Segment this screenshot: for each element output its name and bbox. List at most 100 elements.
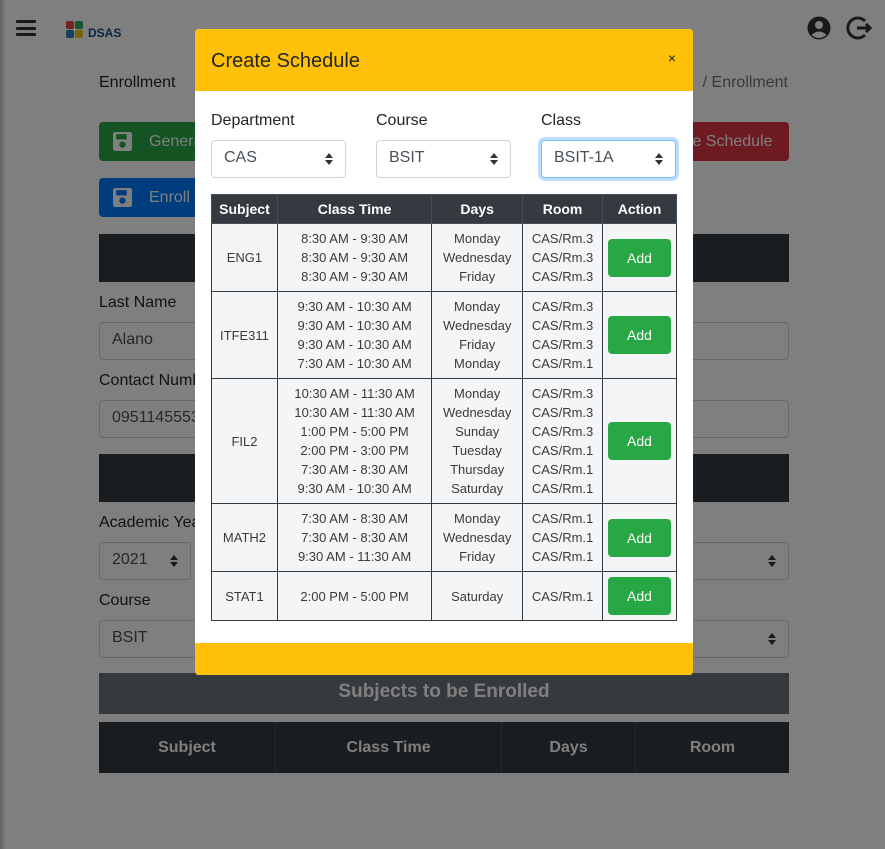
class-select[interactable]: BSIT-1A [541,140,676,178]
day-line: Thursday [450,462,505,477]
class-time-line: 9:30 AM - 10:30 AM [297,337,412,352]
add-button[interactable]: Add [608,577,671,615]
table-header-row: Subject Class Time Days Room Action [211,194,677,224]
days-cell: Monday Wednesday Sunday Tuesday Thursday Satu… [431,378,524,504]
select-arrows-icon [325,153,333,165]
class-time-line: 2:00 PM - 5:00 PM [300,588,409,604]
class-time-cell: 9:30 AM - 10:30 AM 9:30 AM - 10:30 AM 9:30… [276,291,433,379]
course-value: BSIT [389,149,425,166]
subject-cell: MATH2 [211,503,278,572]
column-header: Class Time [276,194,433,224]
table-row: MATH2 7:30 AM - 8:30 AM 7:30 AM - 8:30 AM 9… [211,503,677,572]
room-line: CAS/Rm.3 [531,269,594,284]
add-button[interactable]: Add [608,316,671,354]
room-line: CAS/Rm.3 [531,231,594,246]
class-time-line: 9:30 AM - 10:30 AM [297,481,412,496]
department-label: Department [211,112,295,129]
action-cell: Add [602,378,677,504]
room-line: CAS/Rm.1 [531,530,594,545]
day-line: Sunday [455,424,500,439]
close-icon[interactable]: × [668,50,676,66]
day-line: Saturday [451,588,504,604]
days-cell: Monday Wednesday Friday Monday [431,291,524,379]
add-button[interactable]: Add [608,422,671,460]
days-cell: Monday Wednesday Friday [431,503,524,572]
modal-footer [195,643,693,675]
day-line: Monday [454,231,501,246]
class-time-cell: 2:00 PM - 5:00 PM [276,571,433,621]
day-line: Wednesday [442,405,512,420]
course-select[interactable]: BSIT [376,140,511,178]
action-cell: Add [602,223,677,292]
room-cell: CAS/Rm.1 CAS/Rm.1 CAS/Rm.1 [522,503,604,572]
day-line: Monday [454,511,501,526]
room-line: CAS/Rm.1 [531,549,594,564]
room-cell: CAS/Rm.1 [522,571,604,621]
day-line: Friday [459,549,496,564]
room-line: CAS/Rm.3 [531,299,594,314]
add-button[interactable]: Add [608,518,671,557]
column-header: Action [602,194,677,224]
room-line: CAS/Rm.1 [531,443,594,458]
class-time-line: 7:30 AM - 8:30 AM [301,462,409,477]
class-time-line: 9:30 AM - 10:30 AM [297,299,412,314]
room-line: CAS/Rm.3 [531,337,594,352]
create-schedule-modal: Create Schedule × Department CAS Course … [195,29,693,675]
day-line: Friday [459,269,496,284]
class-time-line: 2:00 PM - 3:00 PM [300,443,409,458]
class-time-line: 8:30 AM - 9:30 AM [301,250,409,265]
column-header: Room [522,194,604,224]
days-cell: Monday Wednesday Friday [431,223,524,292]
day-line: Monday [454,356,501,371]
select-arrows-icon [490,153,498,165]
class-time-line: 7:30 AM - 8:30 AM [301,530,409,545]
class-time-line: 10:30 AM - 11:30 AM [294,405,415,420]
modal-title: Create Schedule [211,50,360,72]
table-row: ENG1 8:30 AM - 9:30 AM 8:30 AM - 9:30 AM 8:… [211,223,677,292]
schedule-table: Subject Class Time Days Room Action ENG1… [211,194,677,621]
day-line: Friday [459,337,496,352]
room-line: CAS/Rm.1 [531,588,594,604]
subject-cell: ENG1 [211,223,278,292]
day-line: Monday [454,386,501,401]
select-arrows-icon [655,153,663,165]
course-label: Course [376,112,428,129]
modal-header: Create Schedule × [195,29,693,91]
room-line: CAS/Rm.3 [531,250,594,265]
subject-cell: STAT1 [211,571,278,621]
class-value: BSIT-1A [554,149,614,166]
day-line: Wednesday [442,530,512,545]
action-cell: Add [602,291,677,379]
class-time-line: 7:30 AM - 8:30 AM [301,511,409,526]
action-cell: Add [602,571,677,621]
day-line: Wednesday [442,318,512,333]
sidebar-edge [0,0,6,849]
class-time-line: 7:30 AM - 10:30 AM [297,356,412,371]
room-line: CAS/Rm.1 [531,511,594,526]
room-cell: CAS/Rm.3 CAS/Rm.3 CAS/Rm.3 CAS/Rm.1 [522,291,604,379]
class-time-line: 9:30 AM - 11:30 AM [297,549,412,564]
column-header: Days [431,194,524,224]
class-time-line: 8:30 AM - 9:30 AM [301,231,409,246]
class-time-cell: 7:30 AM - 8:30 AM 7:30 AM - 8:30 AM 9:30 A… [276,503,433,572]
table-row: ITFE311 9:30 AM - 10:30 AM 9:30 AM - 10:30… [211,291,677,379]
day-line: Saturday [451,481,504,496]
add-button[interactable]: Add [608,238,671,277]
room-line: CAS/Rm.1 [531,462,594,477]
room-line: CAS/Rm.1 [531,481,594,496]
class-time-line: 1:00 PM - 5:00 PM [300,424,409,439]
room-line: CAS/Rm.3 [531,405,594,420]
days-cell: Saturday [431,571,524,621]
class-label: Class [541,112,582,129]
room-cell: CAS/Rm.3 CAS/Rm.3 CAS/Rm.3 [522,223,604,292]
day-line: Monday [454,299,501,314]
subject-cell: FIL2 [211,378,278,504]
room-line: CAS/Rm.3 [531,424,594,439]
day-line: Tuesday [452,443,502,458]
table-row: FIL2 10:30 AM - 11:30 AM 10:30 AM - 11:30 … [211,378,677,504]
subject-cell: ITFE311 [211,291,278,379]
room-line: CAS/Rm.1 [531,356,594,371]
table-row: STAT1 2:00 PM - 5:00 PM Saturday CAS/Rm.1 Ad… [211,571,677,621]
action-cell: Add [602,503,677,572]
department-select[interactable]: CAS [211,140,346,178]
